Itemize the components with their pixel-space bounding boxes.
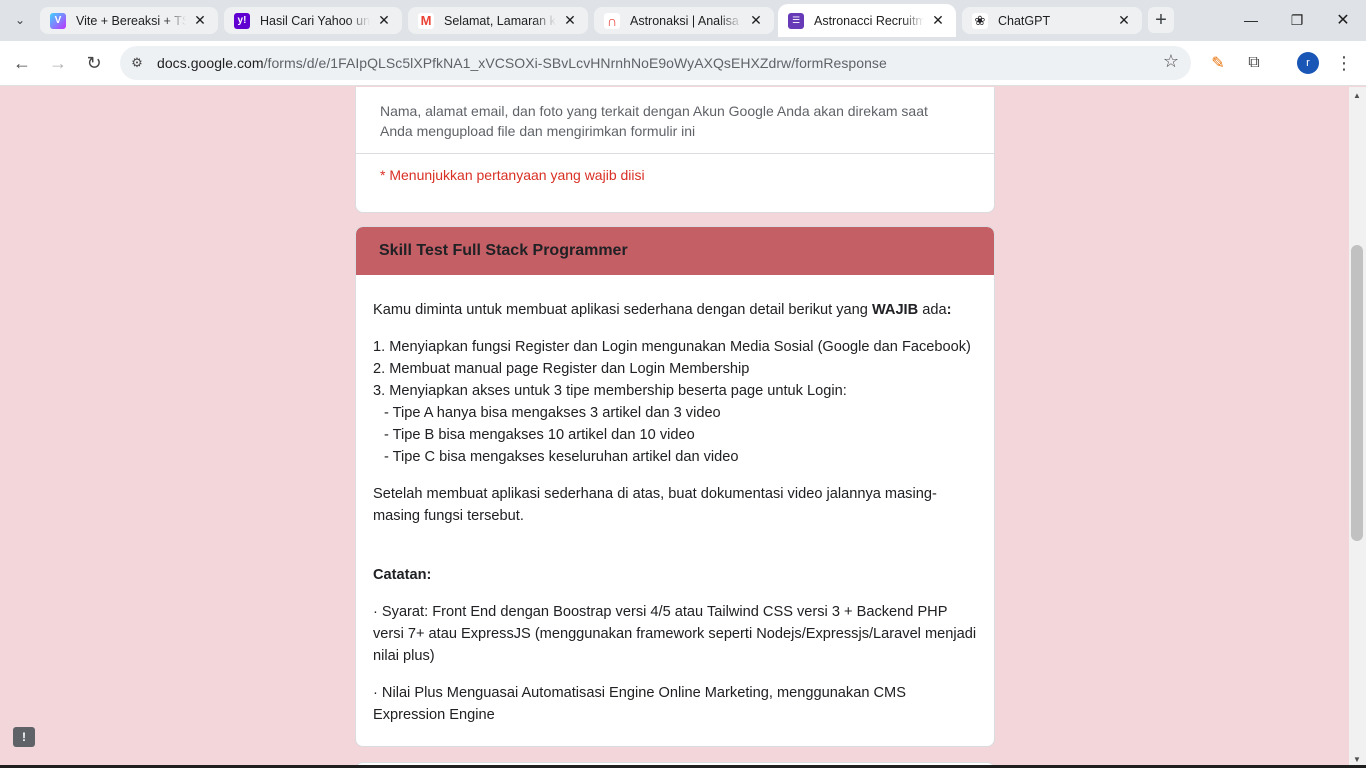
minimize-icon[interactable]: — <box>1228 0 1274 40</box>
form-info-card: @g Nama, alamat email, dan foto yang ter… <box>355 87 995 213</box>
notes-title-text: Catatan: <box>373 567 432 583</box>
sub-list-item: - Tipe C bisa mengakses keseluruhan arti… <box>384 449 739 465</box>
divider <box>356 153 994 154</box>
browser-toolbar: ← → ↻ ⚙ docs.google.com/forms/d/e/1FAIpQ… <box>0 41 1366 86</box>
bookmark-star-icon[interactable]: ☆ <box>1163 51 1179 72</box>
intro-suffix: ada <box>918 302 947 318</box>
pen-extension-icon[interactable]: ✎ <box>1205 50 1231 76</box>
section-card: Skill Test Full Stack Programmer Kamu di… <box>355 226 995 747</box>
close-icon[interactable]: ✕ <box>562 12 578 29</box>
notes-title: Catatan: <box>373 564 977 586</box>
scroll-down-icon[interactable]: ▼ <box>1353 755 1361 764</box>
site-info-icon[interactable]: ⚙ <box>124 50 150 76</box>
restore-icon[interactable]: ❐ <box>1274 0 1320 40</box>
menu-kebab-icon[interactable]: ⋮ <box>1331 50 1357 76</box>
extensions-puzzle-icon[interactable]: ⧉ <box>1241 50 1267 76</box>
tab-strip: ⌄ V Vite + Bereaksi + TS ✕ y! Hasil Cari… <box>0 0 1366 41</box>
close-window-icon[interactable]: ✕ <box>1320 0 1366 40</box>
yahoo-icon: y! <box>234 12 250 29</box>
url-host: docs.google.com <box>157 55 264 71</box>
tab-title: Vite + Bereaksi + TS <box>76 13 186 28</box>
intro-prefix: Kamu diminta untuk membuat aplikasi sede… <box>373 302 872 318</box>
scroll-thumb[interactable] <box>1351 245 1363 541</box>
close-icon[interactable]: ✕ <box>1116 12 1132 29</box>
tab-vite[interactable]: V Vite + Bereaksi + TS ✕ <box>40 7 218 34</box>
profile-avatar[interactable]: r <box>1297 52 1319 74</box>
close-icon[interactable]: ✕ <box>930 12 946 29</box>
list-item: 2. Membuat manual page Register dan Logi… <box>373 361 750 377</box>
upload-disclaimer: Nama, alamat email, dan foto yang terkai… <box>380 103 928 139</box>
reload-icon[interactable]: ↻ <box>80 49 108 77</box>
url-path: /forms/d/e/1FAIpQLSc5lXPfkNA1_xVCSOXi-SB… <box>263 55 887 71</box>
gmail-icon: M <box>418 12 434 29</box>
section-description: Kamu diminta untuk membuat aplikasi sede… <box>356 275 994 726</box>
tab-title: Hasil Cari Yahoo untuk <box>260 13 370 28</box>
vite-icon: V <box>50 12 66 29</box>
note-item: · Nilai Plus Menguasai Automatisasi Engi… <box>373 685 906 723</box>
intro-colon: : <box>946 302 952 318</box>
forms-icon: ☰ <box>788 12 804 29</box>
sub-list-item: - Tipe A hanya bisa mengakses 3 artikel … <box>384 405 721 421</box>
tab-yahoo[interactable]: y! Hasil Cari Yahoo untuk ✕ <box>224 7 402 34</box>
url-text[interactable]: docs.google.com/forms/d/e/1FAIpQLSc5lXPf… <box>157 55 887 71</box>
list-item: 3. Menyiapkan akses untuk 3 tipe members… <box>373 383 847 399</box>
page-scrollbar[interactable]: ▲ ▼ <box>1349 87 1366 768</box>
list-item: 1. Menyiapkan fungsi Register dan Login … <box>373 339 971 355</box>
tab-title: ChatGPT <box>998 13 1051 28</box>
sub-list-item: - Tipe B bisa mengakses 10 artikel dan 1… <box>384 427 695 443</box>
close-icon[interactable]: ✕ <box>748 12 764 29</box>
close-icon[interactable]: ✕ <box>192 12 208 29</box>
tab-title: Selamat, Lamaran kerja <box>444 13 556 28</box>
section-title: Skill Test Full Stack Programmer <box>356 227 994 275</box>
address-bar[interactable]: ⚙ docs.google.com/forms/d/e/1FAIpQLSc5lX… <box>120 46 1191 80</box>
close-icon[interactable]: ✕ <box>376 12 392 29</box>
intro-text: Kamu diminta untuk membuat aplikasi sede… <box>373 299 977 321</box>
chatgpt-icon: ❀ <box>972 12 988 29</box>
tab-title: Astronaksi | Analisa dan <box>630 13 742 28</box>
note-item: · Syarat: Front End dengan Boostrap vers… <box>373 604 977 664</box>
astronacci-icon: ∩ <box>604 12 620 29</box>
scroll-up-icon[interactable]: ▲ <box>1353 91 1361 100</box>
new-tab-button[interactable]: + <box>1148 7 1174 33</box>
tab-title: Astronacci Recruitment <box>814 13 924 28</box>
tab-gmail[interactable]: M Selamat, Lamaran kerja ✕ <box>408 7 588 34</box>
requirements-list: 1. Menyiapkan fungsi Register dan Login … <box>373 336 977 468</box>
tab-astronacci-recruitment[interactable]: ☰ Astronacci Recruitment ✕ <box>778 4 956 37</box>
forward-icon[interactable]: → <box>44 49 72 77</box>
form-page: @g Nama, alamat email, dan foto yang ter… <box>0 87 1349 768</box>
after-text: Setelah membuat aplikasi sederhana di at… <box>373 486 937 524</box>
back-icon[interactable]: ← <box>8 49 36 77</box>
intro-bold: WAJIB <box>871 302 919 318</box>
tab-astronaksi[interactable]: ∩ Astronaksi | Analisa dan ✕ <box>594 7 774 34</box>
feedback-icon[interactable]: ! <box>13 727 35 747</box>
required-note: * Menunjukkan pertanyaan yang wajib diis… <box>380 167 645 183</box>
tab-chatgpt[interactable]: ❀ ChatGPT ✕ <box>962 7 1142 34</box>
tab-search-chevron-icon[interactable]: ⌄ <box>8 8 32 32</box>
